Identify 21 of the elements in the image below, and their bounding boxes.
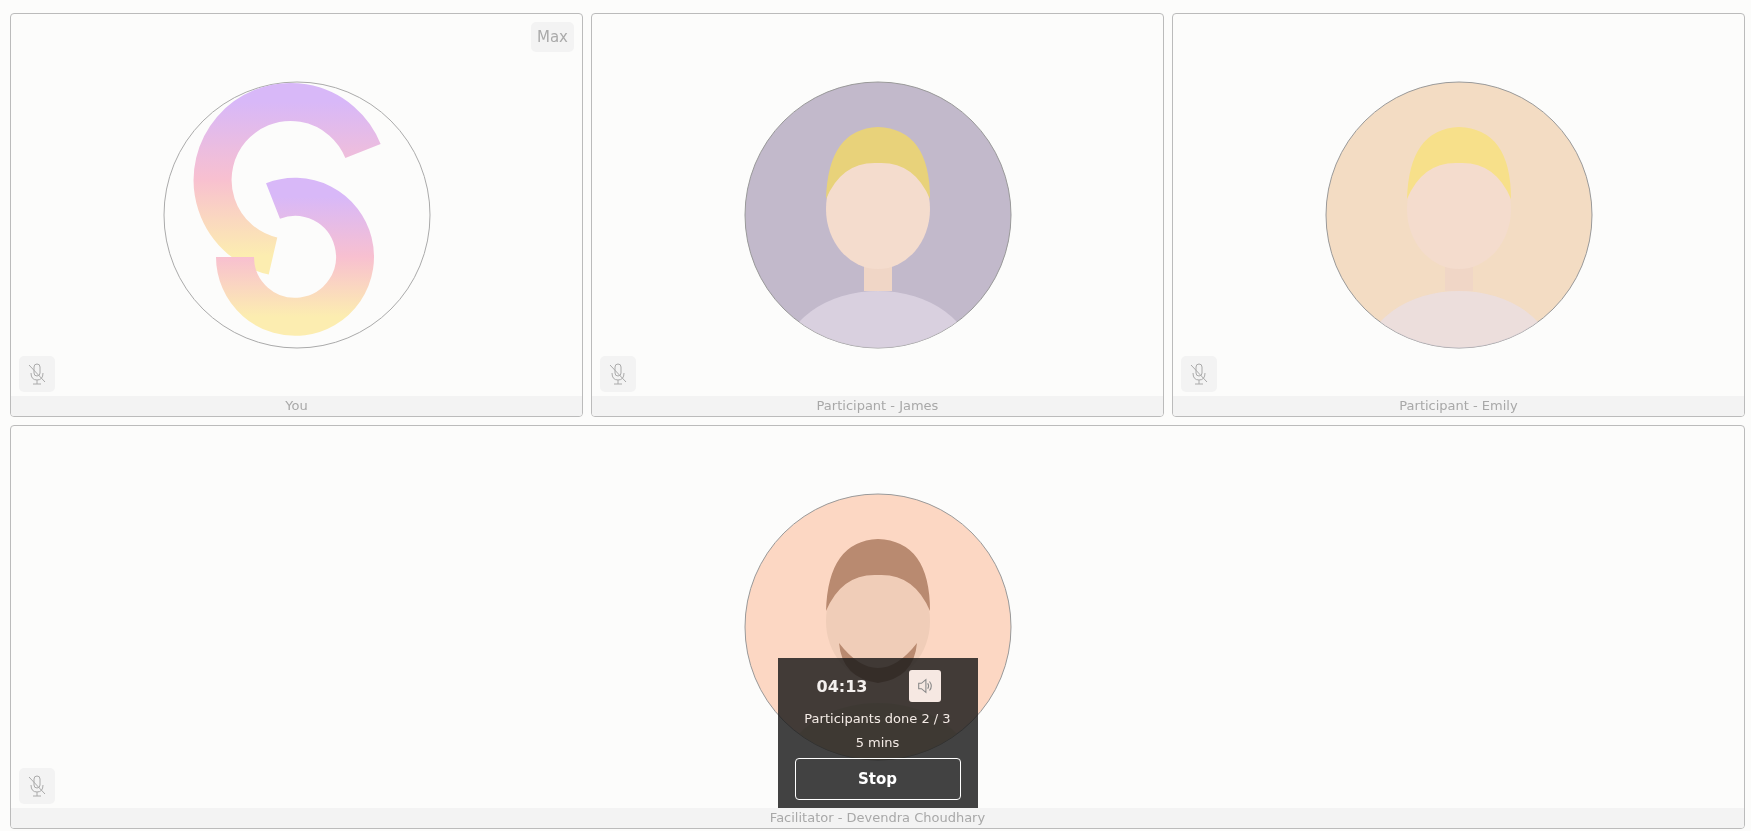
participant-name: Participant - Emily — [1173, 396, 1744, 416]
logo-icon — [162, 81, 431, 349]
speaker-icon — [915, 677, 934, 695]
muted-mic-icon — [1189, 362, 1209, 386]
participant-name: You — [11, 396, 582, 416]
muted-mic-icon — [608, 362, 628, 386]
participant-name: Facilitator - Devendra Choudhary — [11, 808, 1744, 828]
mute-button[interactable] — [19, 768, 55, 804]
muted-mic-icon — [27, 774, 47, 798]
stop-button[interactable]: Stop — [794, 758, 961, 800]
mute-button[interactable] — [1181, 356, 1217, 392]
countdown-time: 04:13 — [816, 676, 868, 696]
mute-button[interactable] — [19, 356, 55, 392]
participant-name: Participant - James — [592, 396, 1163, 416]
mute-button[interactable] — [600, 356, 636, 392]
progress-text: Participants done 2 / 3 — [804, 711, 951, 726]
avatar-icon — [743, 81, 1012, 349]
avatar-icon — [1324, 81, 1593, 349]
duration-text: 5 mins — [855, 735, 900, 750]
sound-button[interactable] — [908, 670, 941, 702]
muted-mic-icon — [27, 362, 47, 386]
